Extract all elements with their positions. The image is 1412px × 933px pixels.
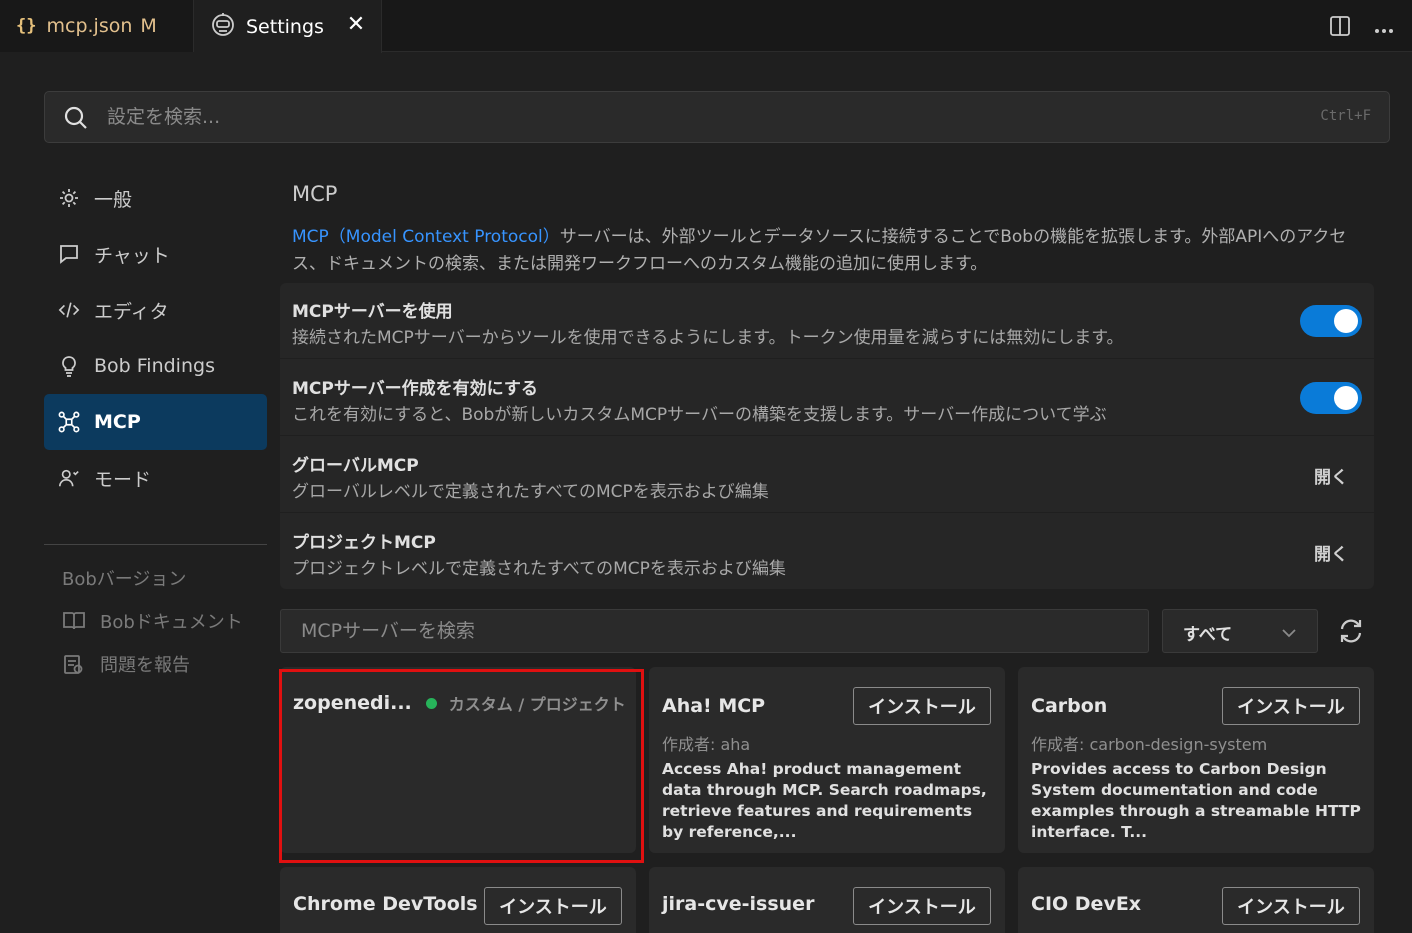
sidebar-item-chat[interactable]: チャット xyxy=(44,226,267,282)
mcp-protocol-link[interactable]: MCP（Model Context Protocol） xyxy=(292,227,560,247)
card-name: jira-cve-issuer xyxy=(662,893,815,915)
install-button[interactable]: インストール xyxy=(853,887,991,925)
report-issue-link[interactable]: 問題を報告 xyxy=(62,642,243,685)
mcp-description: MCP（Model Context Protocol）サーバーは、外部ツールとデ… xyxy=(292,224,1372,278)
use-mcp-servers-toggle[interactable] xyxy=(1300,305,1362,337)
tab-label: mcp.json xyxy=(46,15,133,37)
tab-settings[interactable]: Settings ✕ xyxy=(194,0,382,53)
card-author: 作成者: carbon-design-system xyxy=(1031,735,1268,754)
tab-label: Settings xyxy=(246,15,324,38)
filter-selected-value: すべて xyxy=(1183,625,1233,645)
mcp-settings-group: MCPサーバーを使用 接続されたMCPサーバーからツールを使用できるようにします… xyxy=(280,283,1374,589)
tab-mcp-json[interactable]: {} mcp.json M xyxy=(0,0,194,52)
bob-version: Bobバージョン xyxy=(62,556,243,599)
bob-docs-link[interactable]: Bobドキュメント xyxy=(62,599,243,642)
settings-search-input[interactable] xyxy=(107,102,1257,132)
sidebar-item-label: MCP xyxy=(94,411,141,433)
sidebar-item-general[interactable]: 一般 xyxy=(44,170,267,226)
settings-sidebar: 一般 チャット エディタ Bob Findings MCP モード xyxy=(44,170,267,506)
more-actions-icon[interactable] xyxy=(1374,19,1394,38)
install-button[interactable]: インストール xyxy=(853,687,991,725)
setting-project-mcp: プロジェクトMCP プロジェクトレベルで定義されたすべてのMCPを表示および編集… xyxy=(280,514,1374,590)
tab-bar: {} mcp.json M Settings ✕ xyxy=(0,0,1412,53)
mcp-server-card-chrome-devtools[interactable]: Chrome DevTools インストール xyxy=(280,867,636,933)
search-shortcut-hint: Ctrl+F xyxy=(1320,108,1371,124)
report-issue-label: 問題を報告 xyxy=(100,654,190,676)
card-description: Access Aha! product management data thro… xyxy=(662,760,987,841)
setting-description: 接続されたMCPサーバーからツールを使用できるようにします。トークン使用量を減ら… xyxy=(292,328,1124,348)
sidebar-item-label: チャット xyxy=(94,244,170,267)
setting-title: MCPサーバー作成を有効にする xyxy=(292,379,538,399)
mcp-icon xyxy=(58,411,80,433)
sidebar-item-mcp[interactable]: MCP xyxy=(44,394,267,450)
mcp-filter-dropdown[interactable]: すべて xyxy=(1162,609,1318,653)
open-project-mcp-button[interactable]: 開く xyxy=(1314,540,1348,565)
setting-use-mcp-servers: MCPサーバーを使用 接続されたMCPサーバーからツールを使用できるようにします… xyxy=(280,283,1374,359)
card-name: CIO DevEx xyxy=(1031,893,1142,915)
card-name: Carbon xyxy=(1031,695,1108,717)
modified-indicator: M xyxy=(140,15,157,37)
card-author: 作成者: aha xyxy=(662,735,751,754)
mcp-server-search-input[interactable] xyxy=(280,609,1149,653)
sidebar-item-bob-findings[interactable]: Bob Findings xyxy=(44,338,267,394)
sidebar-divider xyxy=(44,544,267,545)
open-global-mcp-button[interactable]: 開く xyxy=(1314,463,1348,488)
gear-icon xyxy=(58,187,80,209)
close-icon[interactable]: ✕ xyxy=(345,14,367,36)
json-braces-icon: {} xyxy=(16,16,37,36)
install-button[interactable]: インストール xyxy=(1222,887,1360,925)
chevron-down-icon xyxy=(1281,624,1297,643)
settings-search: Ctrl+F xyxy=(44,91,1390,143)
page-title: MCP xyxy=(292,182,338,206)
setting-description: プロジェクトレベルで定義されたすべてのMCPを表示および編集 xyxy=(292,559,786,579)
mcp-server-card-jira-cve-issuer[interactable]: jira-cve-issuer インストール xyxy=(649,867,1005,933)
install-button[interactable]: インストール xyxy=(484,887,622,925)
enable-mcp-creation-toggle[interactable] xyxy=(1300,382,1362,414)
card-description: Provides access to Carbon Design System … xyxy=(1031,760,1361,841)
sidebar-item-label: Bob Findings xyxy=(94,355,215,377)
highlight-box xyxy=(279,669,644,863)
card-name: Chrome DevTools xyxy=(293,893,478,915)
refresh-button[interactable] xyxy=(1336,616,1368,648)
setting-global-mcp: グローバルMCP グローバルレベルで定義されたすべてのMCPを表示および編集 開… xyxy=(280,437,1374,513)
setting-enable-mcp-creation: MCPサーバー作成を有効にする これを有効にすると、Bobが新しいカスタムMCP… xyxy=(280,360,1374,436)
person-icon xyxy=(58,467,80,489)
report-icon xyxy=(62,653,88,675)
setting-title: プロジェクトMCP xyxy=(292,533,436,553)
mcp-server-card-aha[interactable]: Aha! MCP インストール 作成者: aha Access Aha! pro… xyxy=(649,667,1005,853)
card-name: Aha! MCP xyxy=(662,695,766,717)
sidebar-item-editor[interactable]: エディタ xyxy=(44,282,267,338)
mcp-server-card-cio-devex[interactable]: CIO DevEx インストール xyxy=(1018,867,1374,933)
sidebar-item-label: モード xyxy=(94,468,152,491)
mcp-server-card-carbon[interactable]: Carbon インストール 作成者: carbon-design-system … xyxy=(1018,667,1374,853)
setting-title: グローバルMCP xyxy=(292,456,419,476)
sidebar-item-mode[interactable]: モード xyxy=(44,450,267,506)
setting-title: MCPサーバーを使用 xyxy=(292,302,453,322)
code-icon xyxy=(58,299,80,321)
bob-version-label: Bobバージョン xyxy=(62,568,187,590)
setting-description: これを有効にすると、Bobが新しいカスタムMCPサーバーの構築を支援します。サー… xyxy=(292,405,1107,425)
lightbulb-icon xyxy=(58,355,80,377)
sidebar-item-label: エディタ xyxy=(94,300,169,323)
sidebar-links: Bobバージョン Bobドキュメント 問題を報告 xyxy=(62,556,243,685)
sidebar-item-label: 一般 xyxy=(94,188,133,211)
split-editor-icon[interactable] xyxy=(1328,14,1352,42)
chat-icon xyxy=(58,243,80,265)
settings-robot-icon xyxy=(210,11,236,42)
bob-docs-label: Bobドキュメント xyxy=(100,611,243,633)
refresh-icon xyxy=(1336,619,1366,650)
install-button[interactable]: インストール xyxy=(1222,687,1360,725)
book-icon xyxy=(62,610,88,632)
setting-description: グローバルレベルで定義されたすべてのMCPを表示および編集 xyxy=(292,482,769,502)
search-icon xyxy=(63,105,89,135)
